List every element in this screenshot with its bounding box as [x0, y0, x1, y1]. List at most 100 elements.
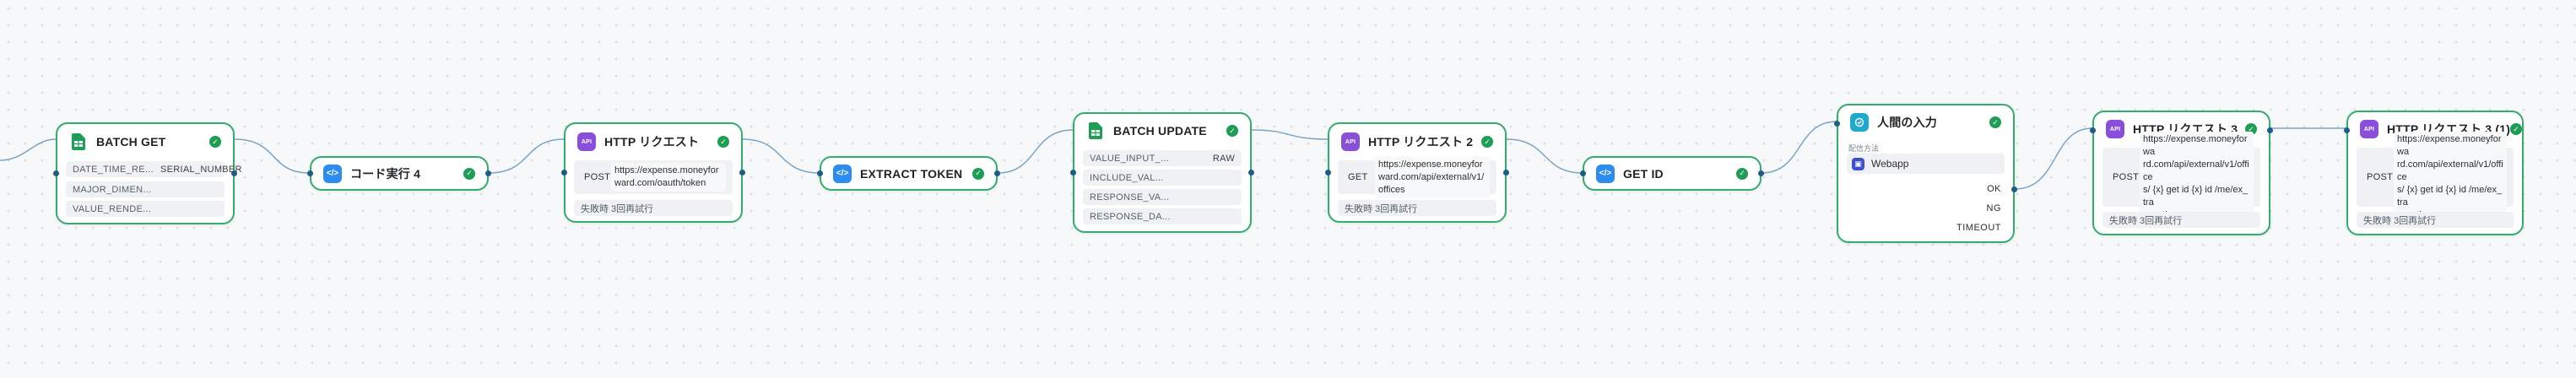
check-icon: ✓ [717, 136, 729, 148]
input-port[interactable] [2344, 127, 2350, 133]
param-row: MAJOR_DIMEN... [66, 181, 225, 197]
code4-node[interactable]: </> コード実行 4 ✓ [307, 156, 491, 191]
url-line: https://expense.moneyforwa [2397, 133, 2502, 157]
http-request-2-node[interactable]: API HTTP リクエスト 2 ✓ GET https://expense.m… [1325, 122, 1509, 223]
param-name: DATE_TIME_RE... [73, 164, 154, 175]
request-url: https://expense.moneyforward.com/oauth/t… [611, 163, 726, 192]
node-title: BATCH GET [96, 135, 166, 148]
input-port[interactable] [561, 170, 567, 176]
retry-setting: 失敗時 3回再試行 [1338, 200, 1496, 216]
edge-get-id-human [1761, 121, 1837, 174]
request-url: https://expense.moneyforward.com/api/ext… [1375, 156, 1490, 198]
request-url: https://expense.moneyforwa rd.com/api/ex… [2140, 131, 2254, 224]
param-row: VALUE_RENDE... [66, 201, 225, 217]
api-icon: API [2360, 120, 2378, 138]
check-icon: ✓ [1989, 116, 2001, 128]
http-request-3-node[interactable]: API HTTP リクエスト 3 ✓ POST https://expense.… [2090, 111, 2273, 235]
param-name: RESPONSE_DA... [1090, 211, 1171, 222]
input-port[interactable] [53, 170, 59, 176]
spreadsheet-icon [69, 132, 88, 151]
url-line: https://expense.moneyforwa [2143, 133, 2248, 157]
input-port[interactable] [1070, 170, 1076, 176]
node-title: BATCH UPDATE [1113, 124, 1207, 138]
output-port[interactable] [2267, 127, 2273, 133]
batch-update-node[interactable]: BATCH UPDATE ✓ VALUE_INPUT_... RAW INCLU… [1070, 112, 1254, 233]
code-icon: </> [323, 164, 342, 183]
output-port[interactable] [485, 170, 491, 176]
check-icon: ✓ [1481, 136, 1493, 148]
outcome-ok: OK [1987, 184, 2001, 194]
request-row: GET https://expense.moneyforward.com/api… [1338, 156, 1496, 198]
human-input-icon [1850, 113, 1869, 132]
request-row: POST https://expense.moneyforward.com/oa… [574, 160, 733, 194]
url-line: s/ {x} get id {x} id /me/ex_tra [2143, 184, 2249, 208]
check-icon: ✓ [209, 136, 221, 148]
input-port[interactable] [2090, 127, 2096, 133]
delivery-method-label: 配信方法 [1848, 144, 1880, 153]
param-value: RAW [1212, 153, 1235, 164]
http-request-3-1-node[interactable]: API HTTP リクエスト 3 (1) ✓ POST https://expe… [2344, 111, 2524, 235]
edge-batch-get-code4 [234, 138, 311, 174]
edge-extract-batch-update [997, 129, 1074, 174]
param-name: RESPONSE_VA... [1090, 192, 1170, 202]
http-method: POST [2113, 172, 2140, 182]
webapp-icon: ▣ [1852, 157, 1864, 170]
outcome-ok-port[interactable] [2011, 186, 2017, 192]
param-row: RESPONSE_VA... [1083, 189, 1242, 205]
channel-name: Webapp [1871, 158, 1909, 170]
param-row: VALUE_INPUT_... RAW [1083, 150, 1242, 166]
param-value: SERIAL_NUMBER [160, 164, 242, 175]
http-method: POST [2367, 172, 2394, 182]
param-name: MAJOR_DIMEN... [73, 184, 152, 195]
url-line: rd.com/api/external/v1/office [2143, 159, 2249, 182]
retry-setting: 失敗時 3回再試行 [2357, 212, 2514, 228]
input-port[interactable] [817, 170, 823, 176]
edge-http1-extract [742, 138, 820, 174]
http-method: GET [1348, 172, 1368, 182]
node-title: 人間の入力 [1877, 116, 1937, 129]
param-name: VALUE_INPUT_... [1090, 153, 1170, 164]
edge-human-http3 [2014, 127, 2093, 190]
edge-incoming-batch-get [0, 138, 57, 161]
input-port[interactable] [307, 170, 313, 176]
edge-batch-update-http2 [1251, 129, 1329, 140]
api-icon: API [2106, 120, 2124, 138]
node-title: GET ID [1623, 166, 1664, 181]
request-url: https://expense.moneyforwa rd.com/api/ex… [2394, 131, 2507, 224]
node-title: HTTP リクエスト [604, 135, 700, 148]
http-request-node[interactable]: API HTTP リクエスト ✓ POST https://expense.mo… [561, 122, 745, 223]
node-title: コード実行 4 [350, 166, 421, 181]
request-row: POST https://expense.moneyforwa rd.com/a… [2102, 131, 2260, 224]
node-title: EXTRACT TOKEN [860, 166, 963, 181]
get-id-node[interactable]: </> GET ID ✓ [1580, 156, 1764, 191]
delivery-channel: ▣ Webapp [1847, 154, 2005, 174]
extract-token-node[interactable]: </> EXTRACT TOKEN ✓ [817, 156, 1000, 191]
input-port[interactable] [1834, 120, 1840, 127]
param-row: RESPONSE_DA... [1083, 208, 1242, 224]
batch-get-node[interactable]: BATCH GET ✓ DATE_TIME_RE... SERIAL_NUMBE… [53, 122, 242, 224]
input-port[interactable] [1325, 170, 1331, 176]
spreadsheet-icon [1086, 122, 1105, 140]
param-name: VALUE_RENDE... [73, 203, 152, 214]
output-port[interactable] [1503, 170, 1509, 176]
check-icon: ✓ [1736, 167, 1748, 180]
outcome-ng: NG [1986, 203, 2001, 213]
output-port[interactable] [739, 170, 745, 176]
check-icon: ✓ [2510, 123, 2523, 135]
retry-setting: 失敗時 3回再試行 [574, 200, 733, 216]
request-row: POST https://expense.moneyforwa rd.com/a… [2357, 131, 2514, 224]
output-port[interactable] [1758, 170, 1764, 176]
output-port[interactable] [1248, 170, 1254, 176]
edge-code4-http1 [488, 138, 565, 174]
node-title: HTTP リクエスト 2 [1368, 135, 1474, 148]
input-port[interactable] [1580, 170, 1586, 176]
api-icon: API [1341, 132, 1360, 151]
edge-http2-get-id [1506, 138, 1583, 174]
param-row: DATE_TIME_RE... SERIAL_NUMBER [66, 161, 242, 177]
api-icon: API [577, 132, 596, 151]
output-port[interactable] [994, 170, 1000, 176]
param-name: INCLUDE_VAL... [1090, 172, 1164, 183]
url-line: s/ {x} get id {x} id /me/ex_tra [2397, 184, 2503, 208]
url-line: rd.com/api/external/v1/office [2397, 159, 2503, 182]
human-input-node[interactable]: 人間の入力 ✓ 配信方法 ▣ Webapp OK NG TIMEOUT [1834, 104, 2017, 243]
